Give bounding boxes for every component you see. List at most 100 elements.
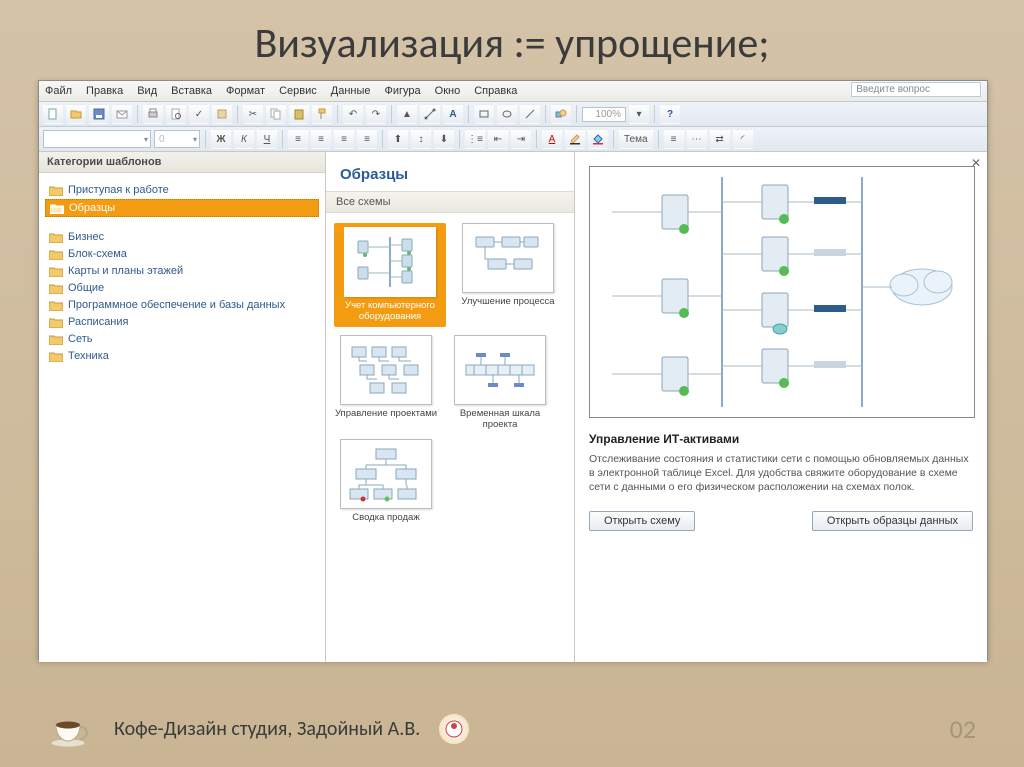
menu-help[interactable]: Справка <box>474 85 517 97</box>
template-timeline[interactable]: Временная шкала проекта <box>448 335 552 431</box>
research-icon[interactable] <box>212 104 232 124</box>
sidebar-item-engineering[interactable]: Техника <box>45 348 319 364</box>
bullets-icon[interactable]: ⋮≡ <box>465 129 485 149</box>
italic-icon[interactable]: К <box>234 129 254 149</box>
align-top-icon[interactable]: ⬆ <box>388 129 408 149</box>
folder-icon <box>49 317 63 328</box>
font-size-combo[interactable]: 0 <box>154 130 200 148</box>
decrease-indent-icon[interactable]: ⇤ <box>488 129 508 149</box>
corner-rounding-icon[interactable]: ◜ <box>733 129 753 149</box>
menubar: Файл Правка Вид Вставка Формат Сервис Да… <box>39 81 987 102</box>
text-icon[interactable]: A <box>443 104 463 124</box>
menu-tools[interactable]: Сервис <box>279 85 317 97</box>
line-pattern-icon[interactable]: ⋯ <box>687 129 707 149</box>
mail-icon[interactable] <box>112 104 132 124</box>
folder-icon <box>49 283 63 294</box>
new-icon[interactable] <box>43 104 63 124</box>
pointer-icon[interactable]: ▲ <box>397 104 417 124</box>
template-gallery: Образцы Все схемы Учет компьютерного <box>326 152 575 662</box>
folder-icon <box>49 334 63 345</box>
align-justify-icon[interactable]: ≡ <box>357 129 377 149</box>
sidebar-item-label: Программное обеспечение и базы данных <box>68 299 285 311</box>
sidebar-item-network[interactable]: Сеть <box>45 331 319 347</box>
menu-shape[interactable]: Фигура <box>385 85 421 97</box>
print-preview-icon[interactable] <box>166 104 186 124</box>
spelling-icon[interactable]: ✓ <box>189 104 209 124</box>
theme-button[interactable]: Тема <box>619 129 653 149</box>
redo-icon[interactable]: ↷ <box>366 104 386 124</box>
copy-icon[interactable] <box>266 104 286 124</box>
underline-icon[interactable]: Ч <box>257 129 277 149</box>
ellipse-icon[interactable] <box>497 104 517 124</box>
line-ends-icon[interactable]: ⇄ <box>710 129 730 149</box>
open-sample-data-button[interactable]: Открыть образцы данных <box>812 511 973 531</box>
line-weight-icon[interactable]: ≡ <box>664 129 684 149</box>
align-center-icon[interactable]: ≡ <box>311 129 331 149</box>
line-icon[interactable] <box>520 104 540 124</box>
line-color-icon[interactable] <box>565 129 585 149</box>
template-it-inventory[interactable]: Учет компьютерного оборудования <box>334 223 446 327</box>
menu-view[interactable]: Вид <box>137 85 157 97</box>
sidebar-item-label: Образцы <box>69 202 115 214</box>
page-number: 02 <box>950 713 976 745</box>
menu-window[interactable]: Окно <box>435 85 461 97</box>
separator <box>459 130 460 148</box>
help-icon[interactable]: ? <box>660 104 680 124</box>
zoom-combo[interactable]: 100% <box>582 107 626 122</box>
undo-icon[interactable]: ↶ <box>343 104 363 124</box>
template-project-management[interactable]: Управление проектами <box>334 335 438 431</box>
cut-icon[interactable]: ✂ <box>243 104 263 124</box>
sidebar-item-label: Сеть <box>68 333 92 345</box>
gallery-section: Все схемы <box>326 191 574 213</box>
sidebar-item-software-db[interactable]: Программное обеспечение и базы данных <box>45 297 319 313</box>
folder-icon <box>49 300 63 311</box>
format-painter-icon[interactable] <box>312 104 332 124</box>
shapes-icon[interactable] <box>551 104 571 124</box>
folder-icon <box>49 351 63 362</box>
folder-icon <box>49 249 63 260</box>
increase-indent-icon[interactable]: ⇥ <box>511 129 531 149</box>
font-name-combo[interactable] <box>43 130 151 148</box>
sidebar-item-maps[interactable]: Карты и планы этажей <box>45 263 319 279</box>
open-icon[interactable] <box>66 104 86 124</box>
print-icon[interactable] <box>143 104 163 124</box>
sidebar-item-samples[interactable]: Образцы <box>45 199 319 217</box>
zoom-dropdown-icon[interactable]: ▾ <box>629 104 649 124</box>
paste-icon[interactable] <box>289 104 309 124</box>
help-search-box[interactable]: Введите вопрос <box>851 82 981 97</box>
open-scheme-button[interactable]: Открыть схему <box>589 511 695 531</box>
sidebar-item-label: Карты и планы этажей <box>68 265 183 277</box>
menu-insert[interactable]: Вставка <box>171 85 212 97</box>
connector-icon[interactable] <box>420 104 440 124</box>
sidebar-item-getting-started[interactable]: Приступая к работе <box>45 182 319 198</box>
menu-data[interactable]: Данные <box>331 85 371 97</box>
separator <box>576 105 577 123</box>
bold-icon[interactable]: Ж <box>211 129 231 149</box>
fill-color-icon[interactable] <box>588 129 608 149</box>
sidebar-item-schedules[interactable]: Расписания <box>45 314 319 330</box>
gallery-title: Образцы <box>326 152 574 191</box>
menu-edit[interactable]: Правка <box>86 85 123 97</box>
rectangle-icon[interactable] <box>474 104 494 124</box>
template-thumb <box>340 439 432 509</box>
template-sales-summary[interactable]: Сводка продаж <box>334 439 438 535</box>
sidebar-item-business[interactable]: Бизнес <box>45 229 319 245</box>
align-middle-icon[interactable]: ↕ <box>411 129 431 149</box>
separator <box>391 105 392 123</box>
folder-icon <box>49 185 63 196</box>
template-label: Управление проектами <box>335 409 437 431</box>
separator <box>658 130 659 148</box>
sidebar-item-flowchart[interactable]: Блок-схема <box>45 246 319 262</box>
menu-file[interactable]: Файл <box>45 85 72 97</box>
sidebar-item-general[interactable]: Общие <box>45 280 319 296</box>
toolbar-standard: ✓ ✂ ↶ ↷ ▲ A 100% ▾ ? <box>39 102 987 127</box>
align-bottom-icon[interactable]: ⬇ <box>434 129 454 149</box>
template-process-improvement[interactable]: Улучшение процесса <box>456 223 560 327</box>
font-color-icon[interactable]: A <box>542 129 562 149</box>
menu-format[interactable]: Формат <box>226 85 265 97</box>
save-icon[interactable] <box>89 104 109 124</box>
template-thumb <box>462 223 554 293</box>
align-left-icon[interactable]: ≡ <box>288 129 308 149</box>
folder-open-icon <box>50 203 64 214</box>
align-right-icon[interactable]: ≡ <box>334 129 354 149</box>
